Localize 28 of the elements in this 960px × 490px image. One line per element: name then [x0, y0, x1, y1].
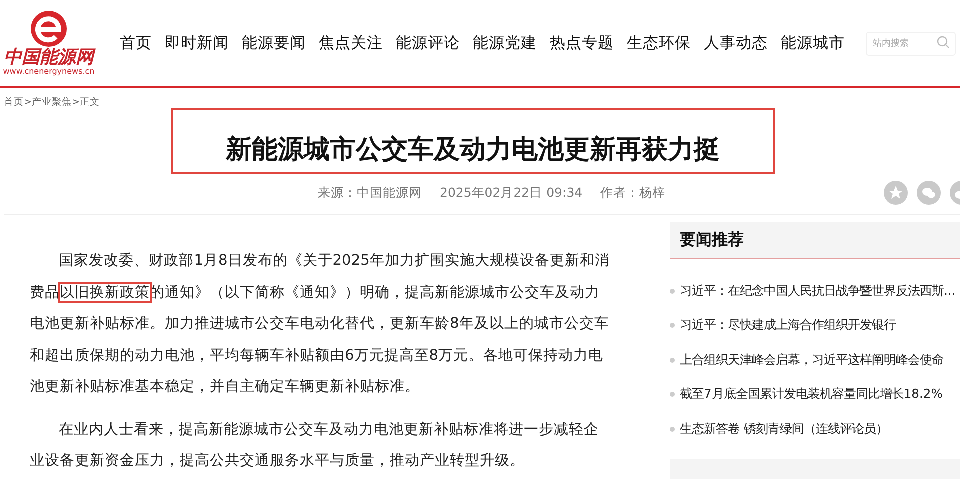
news-link[interactable]: 生态新答卷 锈刻青绿间（连线评论员）: [670, 412, 960, 446]
breadcrumb: 首页>产业聚焦>正文: [3, 96, 101, 110]
nav-link[interactable]: 能源评论: [396, 32, 460, 54]
section-title: 要闻推荐: [680, 230, 744, 250]
nav-link[interactable]: 能源城市: [781, 32, 845, 54]
logo-name: 中国能源网: [4, 48, 94, 68]
logo-url: www.cnenergynews.cn: [3, 67, 95, 76]
nav-link[interactable]: 能源党建: [473, 32, 537, 54]
nav-link[interactable]: 即时新闻: [165, 32, 229, 54]
search-field[interactable]: 站内搜索: [866, 32, 956, 56]
nav-link[interactable]: 人事动态: [704, 32, 768, 54]
logo-icon: [29, 10, 69, 48]
news-link[interactable]: 习近平：尽快建成上海合作组织开发银行: [670, 308, 960, 343]
nav-link[interactable]: 热点专题: [550, 32, 614, 54]
article-source: 来源：中国能源网: [318, 184, 422, 202]
nav-link[interactable]: 首页: [120, 32, 152, 54]
nav-link[interactable]: 能源要闻: [242, 32, 306, 54]
article-date: 2025年02月22日 09:34: [440, 184, 583, 202]
article-author: 作者：杨梓: [600, 184, 666, 202]
nav-link[interactable]: 焦点关注: [319, 32, 383, 54]
chat-icon[interactable]: [917, 181, 941, 205]
news-link[interactable]: 习近平：在纪念中国人民抗日战争暨世界反法西斯...: [670, 274, 960, 308]
article-paragraph: 在业内人士看来，提高新能源城市公交车及动力电池更新补贴标准将进一步减轻企业设备更新资金压力，提高公共交通服务水平与质量，推动产业转型升级。: [30, 420, 600, 471]
search-icon[interactable]: [937, 36, 950, 48]
nav-link[interactable]: 生态环保: [627, 32, 691, 54]
news-link[interactable]: 上合组织天津峰会启幕，习近平这样阐明峰会使命: [670, 343, 960, 378]
article-title: 新能源城市公交车及动力电池更新再获力挺: [173, 110, 773, 172]
news-link[interactable]: 截至7月底全国累计发电装机容量同比增长18.2%: [670, 378, 960, 412]
